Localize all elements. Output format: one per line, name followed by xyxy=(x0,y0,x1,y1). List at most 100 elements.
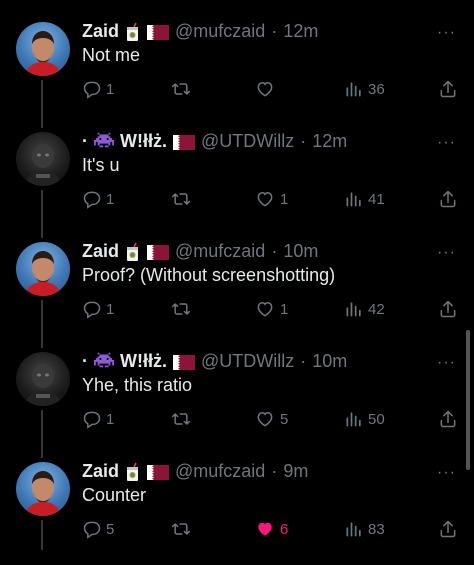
scrollbar[interactable] xyxy=(466,330,470,470)
tweet-text: Yhe, this ratio xyxy=(82,375,193,395)
retweet-icon xyxy=(170,519,192,539)
retweet-button[interactable] xyxy=(170,518,196,540)
view-count: 42 xyxy=(368,300,385,318)
like-button[interactable]: 6 xyxy=(254,518,288,540)
tweet-text: Counter xyxy=(82,485,147,505)
tweet[interactable]: · W!łłż. @UTDWillz · 10m ··· Yhe, this ratio 1 5… xyxy=(0,330,474,440)
avatar[interactable] xyxy=(16,242,70,296)
action-bar: 5 6 83 xyxy=(82,518,462,540)
share-button[interactable] xyxy=(438,408,458,430)
views-button[interactable]: 83 xyxy=(344,518,385,540)
more-icon[interactable]: ··· xyxy=(437,354,456,372)
space-invader-icon xyxy=(94,132,114,150)
display-name[interactable]: W!łłż. xyxy=(120,351,167,372)
reply-count: 1 xyxy=(106,80,115,98)
thread-connector xyxy=(41,300,43,330)
retweet-button[interactable] xyxy=(170,188,196,210)
user-handle[interactable]: @mufczaid xyxy=(175,21,265,42)
reply-count: 1 xyxy=(106,300,115,318)
retweet-button[interactable] xyxy=(170,78,196,100)
share-icon xyxy=(438,299,458,319)
retweet-button[interactable] xyxy=(170,298,196,320)
share-button[interactable] xyxy=(438,518,458,540)
user-handle[interactable]: @UTDWillz xyxy=(201,131,294,152)
more-icon[interactable]: ··· xyxy=(437,134,456,152)
thread-connector xyxy=(41,110,43,128)
share-icon xyxy=(438,409,458,429)
qatar-flag-icon xyxy=(147,244,170,260)
thread-connector xyxy=(41,410,43,440)
action-bar: 1 1 42 xyxy=(82,298,462,320)
reply-button[interactable]: 1 xyxy=(82,408,114,430)
tweet-header: Zaid @mufczaid · 9m xyxy=(82,460,424,482)
tweet-header: Zaid @mufczaid · 12m xyxy=(82,20,424,42)
views-icon xyxy=(344,299,364,319)
tweet[interactable]: Zaid @mufczaid · 9m ··· Counter 5 6 83 xyxy=(0,440,474,550)
reply-button[interactable]: 1 xyxy=(82,78,114,100)
like-button[interactable] xyxy=(254,78,280,100)
timestamp[interactable]: 12m xyxy=(312,131,347,152)
heart-icon xyxy=(254,519,276,539)
timestamp[interactable]: 9m xyxy=(283,461,308,482)
thread-connector xyxy=(41,330,43,348)
timestamp[interactable]: 10m xyxy=(312,351,347,372)
more-icon[interactable]: ··· xyxy=(437,244,456,262)
share-button[interactable] xyxy=(438,298,458,320)
tweet[interactable]: · W!łłż. @UTDWillz · 12m ··· It's u 1 1 41 xyxy=(0,110,474,220)
thread-connector xyxy=(41,440,43,458)
reply-button[interactable]: 1 xyxy=(82,298,114,320)
view-count: 41 xyxy=(368,190,385,208)
user-handle[interactable]: @mufczaid xyxy=(175,241,265,262)
display-name[interactable]: Zaid xyxy=(82,241,119,262)
display-name[interactable]: Zaid xyxy=(82,461,119,482)
heart-icon xyxy=(254,79,276,99)
retweet-button[interactable] xyxy=(170,408,196,430)
space-invader-icon xyxy=(94,352,114,370)
tweet-text: Not me xyxy=(82,45,141,65)
separator-dot: · xyxy=(271,460,278,481)
like-count: 6 xyxy=(280,520,289,538)
heart-icon xyxy=(254,299,276,319)
retweet-icon xyxy=(170,299,192,319)
separator-dot: · xyxy=(271,240,278,261)
display-name[interactable]: W!łłż. xyxy=(120,131,167,152)
views-button[interactable]: 41 xyxy=(344,188,385,210)
juice-box-icon xyxy=(125,242,141,261)
views-icon xyxy=(344,409,364,429)
user-handle[interactable]: @mufczaid xyxy=(175,461,265,482)
timestamp[interactable]: 12m xyxy=(283,21,318,42)
more-icon[interactable]: ··· xyxy=(437,464,456,482)
retweet-icon xyxy=(170,189,192,209)
qatar-flag-icon xyxy=(173,134,195,150)
views-icon xyxy=(344,189,364,209)
tweet[interactable]: Zaid @mufczaid · 10m ··· Proof? (Without scre… xyxy=(0,220,474,330)
avatar[interactable] xyxy=(16,352,70,406)
more-icon[interactable]: ··· xyxy=(437,24,456,42)
reply-button[interactable]: 5 xyxy=(82,518,114,540)
tweet-header: · W!łłż. @UTDWillz · 12m xyxy=(82,130,424,152)
share-button[interactable] xyxy=(438,188,458,210)
heart-icon xyxy=(254,189,276,209)
like-button[interactable]: 1 xyxy=(254,188,288,210)
display-name[interactable]: Zaid xyxy=(82,21,119,42)
tweet[interactable]: Zaid @mufczaid · 12m ··· Not me 1 36 xyxy=(0,0,474,110)
avatar[interactable] xyxy=(16,132,70,186)
like-count: 1 xyxy=(280,300,289,318)
views-button[interactable]: 36 xyxy=(344,78,385,100)
avatar[interactable] xyxy=(16,22,70,76)
user-handle[interactable]: @UTDWillz xyxy=(201,351,294,372)
views-button[interactable]: 42 xyxy=(344,298,385,320)
views-icon xyxy=(344,519,364,539)
view-count: 83 xyxy=(368,520,385,538)
timestamp[interactable]: 10m xyxy=(283,241,318,262)
like-button[interactable]: 1 xyxy=(254,298,288,320)
share-button[interactable] xyxy=(438,78,458,100)
conversation-thread: Zaid @mufczaid · 12m ··· Not me 1 36 · W!łłż. @UTD… xyxy=(0,0,474,565)
reply-button[interactable]: 1 xyxy=(82,188,114,210)
avatar[interactable] xyxy=(16,462,70,516)
view-count: 36 xyxy=(368,80,385,98)
tweet-header: · W!łłż. @UTDWillz · 10m xyxy=(82,350,424,372)
like-button[interactable]: 5 xyxy=(254,408,288,430)
views-button[interactable]: 50 xyxy=(344,408,385,430)
thread-connector xyxy=(41,190,43,220)
